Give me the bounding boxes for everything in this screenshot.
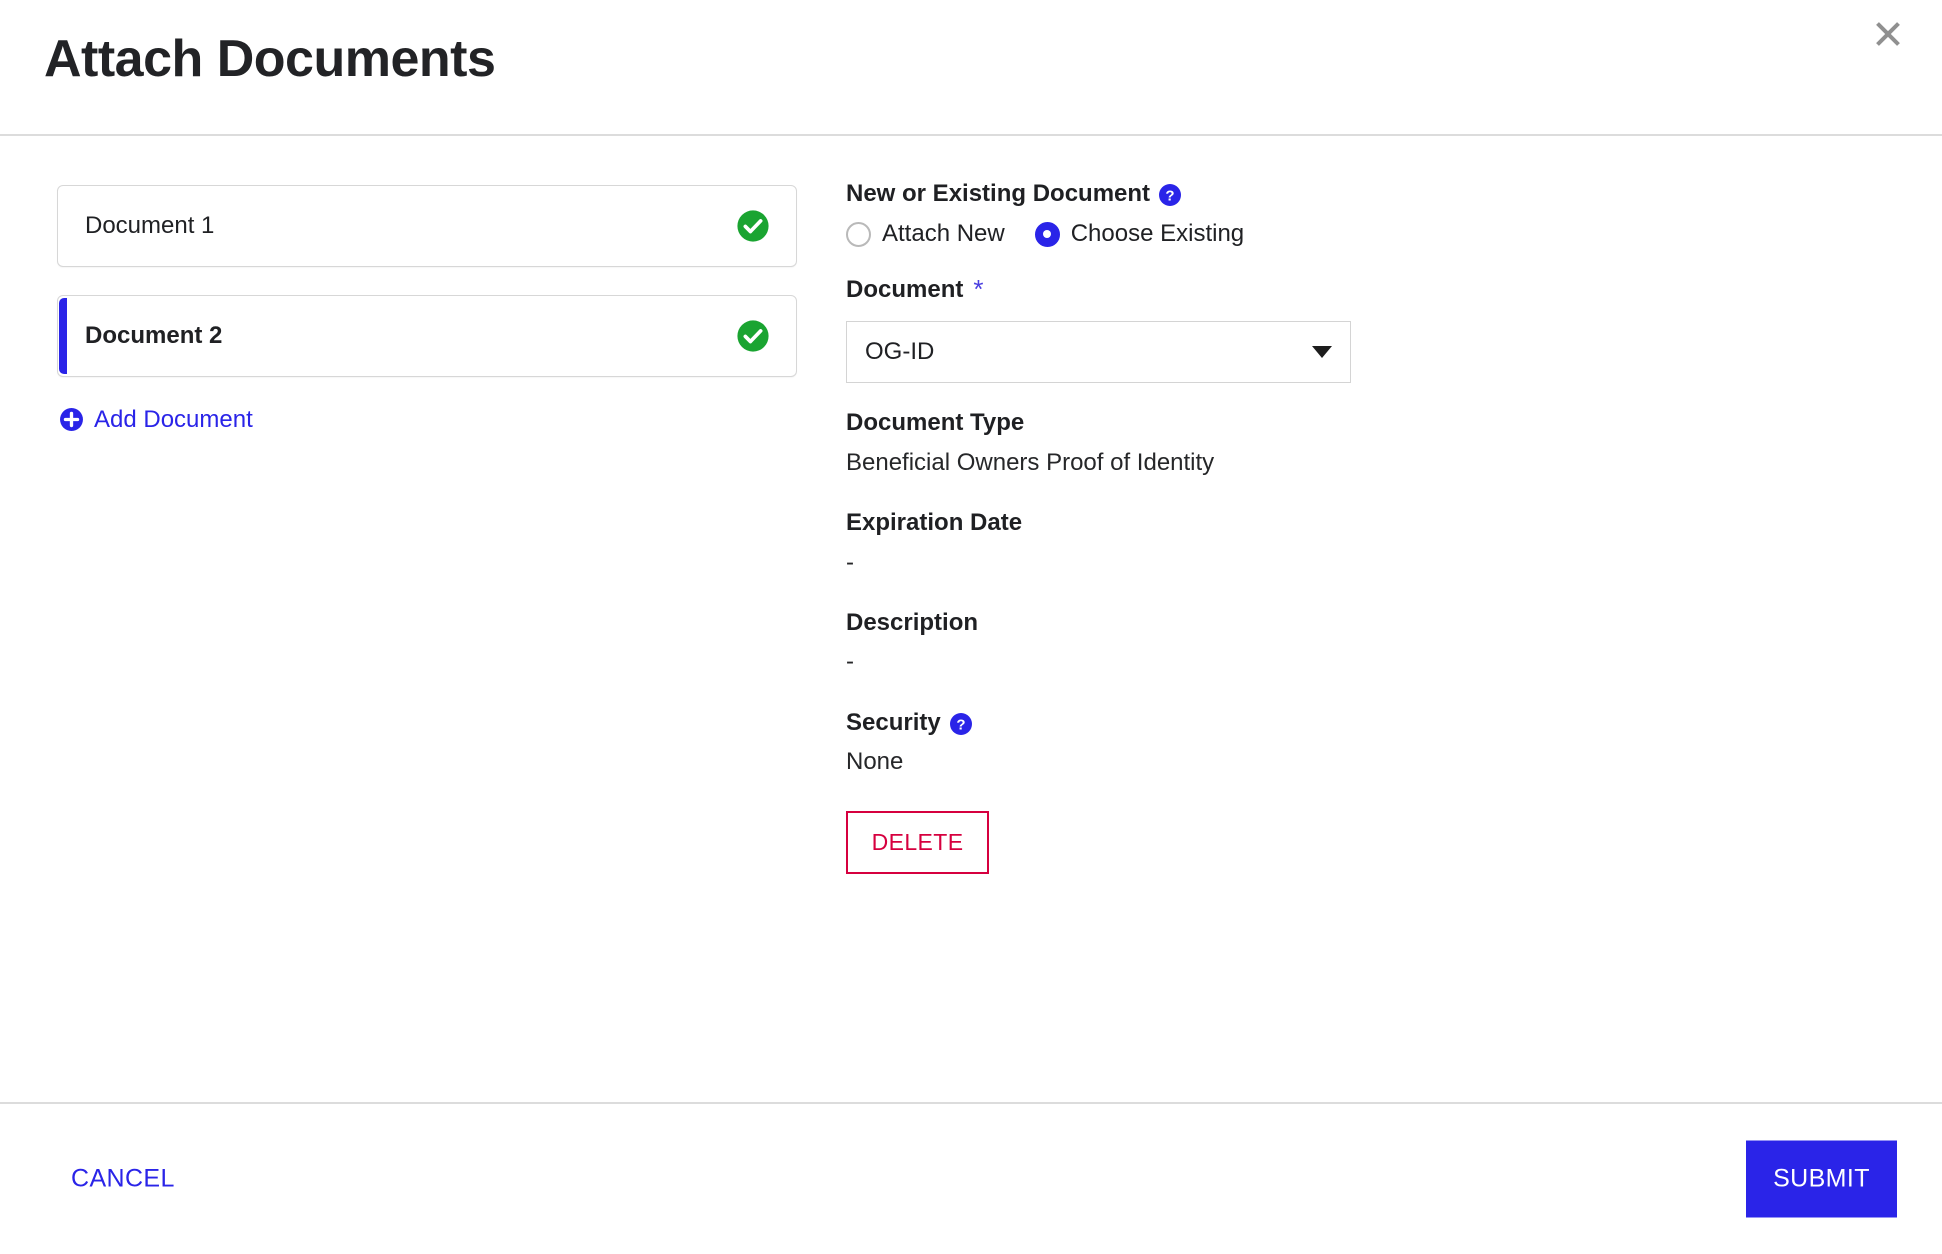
list-item[interactable]: Document 2 <box>57 295 797 377</box>
dialog-footer: CANCEL SUBMIT <box>0 1102 1942 1254</box>
page-title: Attach Documents <box>44 30 496 88</box>
svg-text:?: ? <box>1165 188 1174 205</box>
new-or-existing-radio-group: Attach New Choose Existing <box>846 220 1486 248</box>
plus-circle-icon <box>59 407 84 432</box>
chevron-down-icon <box>1312 346 1332 359</box>
expiration-date-label: Expiration Date <box>846 509 1023 537</box>
add-document-button[interactable]: Add Document <box>59 407 253 432</box>
new-or-existing-label-text: New or Existing Document <box>846 180 1151 207</box>
document-detail-panel: New or Existing Document ? Attach New Ch… <box>846 178 1486 874</box>
expiration-date-value: - <box>846 548 854 576</box>
document-type-value: Beneficial Owners Proof of Identity <box>846 448 1215 476</box>
dialog-header: Attach Documents <box>0 0 1942 136</box>
delete-button[interactable]: DELETE <box>846 810 989 874</box>
document-name-label: Document 1 <box>85 212 215 239</box>
dialog-body: Document 1 Document 2 Add Document New o… <box>0 136 1942 1102</box>
document-select-label-text: Document <box>846 275 964 303</box>
description-label: Description <box>846 609 979 637</box>
svg-text:?: ? <box>956 716 965 733</box>
close-icon[interactable] <box>1862 8 1914 60</box>
required-asterisk: * <box>973 274 984 305</box>
document-name-label: Document 2 <box>85 322 223 349</box>
check-circle-icon <box>736 209 770 243</box>
cancel-button[interactable]: CANCEL <box>67 1157 179 1202</box>
description-value: - <box>846 648 854 676</box>
check-circle-icon <box>736 319 770 353</box>
new-or-existing-label: New or Existing Document ? <box>846 178 1486 210</box>
radio-choose-existing-label: Choose Existing <box>1070 220 1245 248</box>
radio-choose-existing[interactable]: Choose Existing <box>1034 220 1245 248</box>
document-select-label: Document * <box>846 272 1486 307</box>
help-circle-icon[interactable]: ? <box>1158 183 1182 207</box>
radio-circle-selected-icon <box>1034 221 1060 247</box>
help-circle-icon[interactable]: ? <box>949 712 973 736</box>
document-type-label: Document Type <box>846 409 1025 437</box>
security-value: None <box>846 748 904 776</box>
document-select-value: OG-ID <box>865 338 935 366</box>
document-list: Document 1 Document 2 Add Document <box>57 185 797 437</box>
radio-circle-icon <box>846 221 871 247</box>
document-select[interactable]: OG-ID <box>846 321 1351 384</box>
submit-button[interactable]: SUBMIT <box>1746 1140 1897 1218</box>
add-document-label: Add Document <box>94 405 253 433</box>
radio-attach-new[interactable]: Attach New <box>846 220 1005 248</box>
close-icon-glyph <box>1876 22 1900 46</box>
security-label-text: Security <box>846 708 941 736</box>
radio-attach-new-label: Attach New <box>882 220 1005 248</box>
security-label: Security ? <box>846 707 1486 739</box>
list-item[interactable]: Document 1 <box>57 185 797 267</box>
